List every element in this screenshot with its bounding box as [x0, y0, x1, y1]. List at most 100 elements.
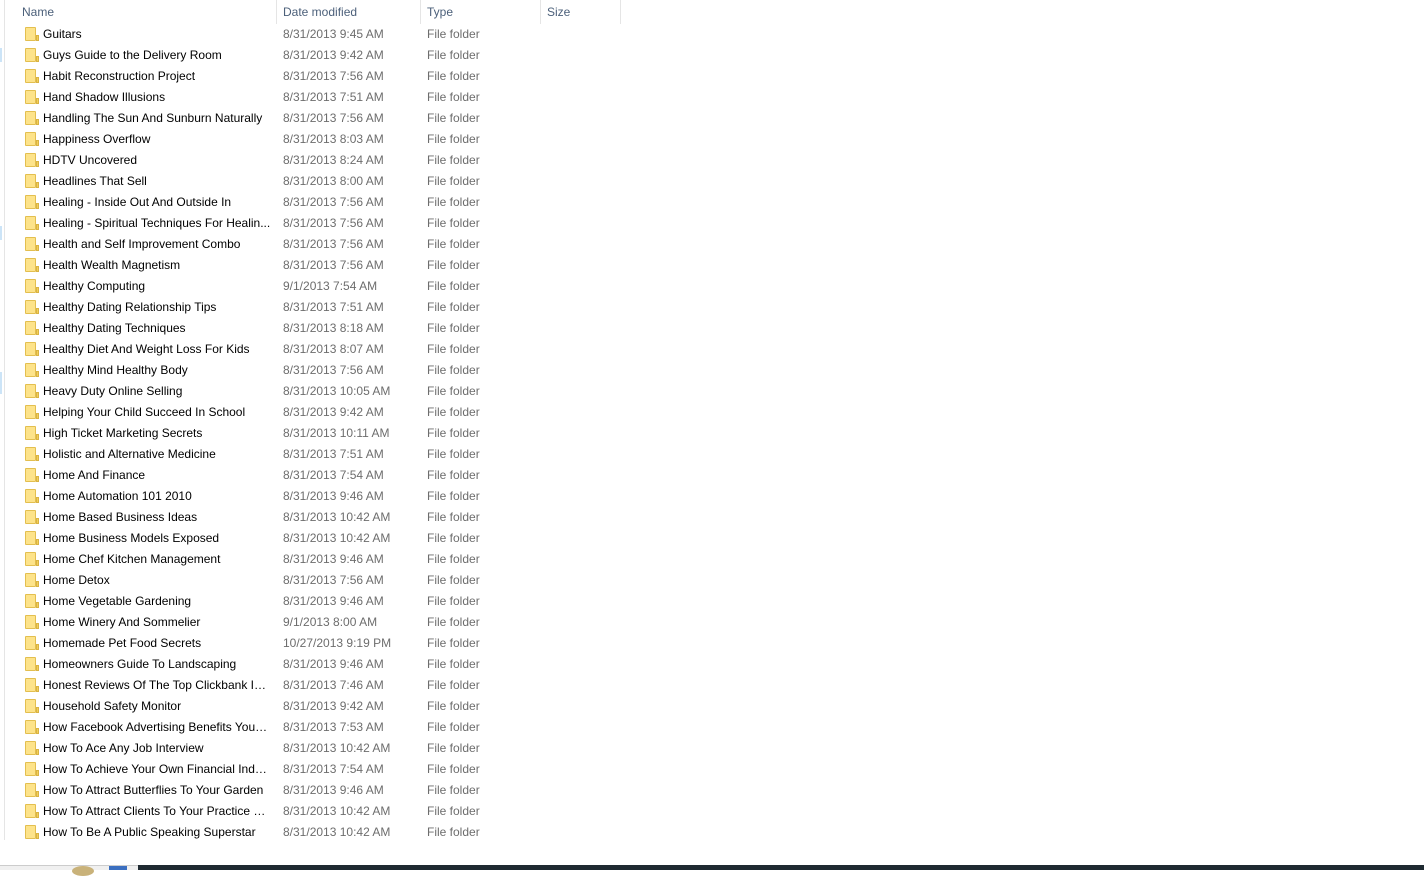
folder-icon [25, 510, 39, 524]
file-list-item[interactable]: Home Detox 8/31/2013 7:56 AM File folder [0, 570, 622, 591]
item-name: Home Automation 101 2010 [43, 489, 192, 503]
file-list-item[interactable]: How To Ace Any Job Interview 8/31/2013 10… [0, 738, 622, 759]
file-list-item[interactable]: Healing - Inside Out And Outside In 8/31/… [0, 192, 622, 213]
item-name: Headlines That Sell [43, 174, 147, 188]
item-type: File folder [427, 321, 480, 335]
item-date-modified: 8/31/2013 8:00 AM [283, 174, 384, 188]
folder-icon [25, 321, 39, 335]
item-date-modified: 8/31/2013 9:46 AM [283, 594, 384, 608]
item-type: File folder [427, 720, 480, 734]
file-list-item[interactable]: Habit Reconstruction Project 8/31/2013 7:… [0, 66, 622, 87]
item-type: File folder [427, 153, 480, 167]
folder-icon [25, 153, 39, 167]
folder-icon [25, 678, 39, 692]
file-list-item[interactable]: How Facebook Advertising Benefits Your .… [0, 717, 622, 738]
item-type: File folder [427, 615, 480, 629]
file-list-item[interactable]: HDTV Uncovered 8/31/2013 8:24 AM File fold… [0, 150, 622, 171]
item-name: Guys Guide to the Delivery Room [43, 48, 222, 62]
file-list-item[interactable]: Healing - Spiritual Techniques For Heali… [0, 213, 622, 234]
item-date-modified: 8/31/2013 7:56 AM [283, 69, 384, 83]
file-list-item[interactable]: Home And Finance 8/31/2013 7:54 AM File fo… [0, 465, 622, 486]
item-name: Honest Reviews Of The Top Clickbank IM..… [43, 678, 271, 692]
item-name: Healthy Dating Techniques [43, 321, 186, 335]
item-type: File folder [427, 90, 480, 104]
item-date-modified: 8/31/2013 8:03 AM [283, 132, 384, 146]
file-list-item[interactable]: How To Be A Public Speaking Superstar 8/3… [0, 822, 622, 843]
item-name: Health Wealth Magnetism [43, 258, 181, 272]
folder-icon [25, 825, 39, 839]
item-date-modified: 8/31/2013 10:42 AM [283, 804, 391, 818]
folder-icon [25, 258, 39, 272]
item-name: How Facebook Advertising Benefits Your .… [43, 720, 271, 734]
file-list-item[interactable]: Guys Guide to the Delivery Room 8/31/2013… [0, 45, 622, 66]
file-list-item[interactable]: Health and Self Improvement Combo 8/31/20… [0, 234, 622, 255]
column-header-type[interactable]: Type [421, 0, 541, 24]
file-list-item[interactable]: Handling The Sun And Sunburn Naturally 8/… [0, 108, 622, 129]
folder-icon [25, 69, 39, 83]
file-list-item[interactable]: Healthy Mind Healthy Body 8/31/2013 7:56 … [0, 360, 622, 381]
file-list-item[interactable]: Home Chef Kitchen Management 8/31/2013 9:… [0, 549, 622, 570]
column-header-date-modified[interactable]: Date modified [277, 0, 421, 24]
item-date-modified: 8/31/2013 7:56 AM [283, 258, 384, 272]
file-list-item[interactable]: Headlines That Sell 8/31/2013 8:00 AM File… [0, 171, 622, 192]
file-list-item[interactable]: How To Achieve Your Own Financial Inde..… [0, 759, 622, 780]
item-name: Healing - Spiritual Techniques For Heali… [43, 216, 271, 230]
item-type: File folder [427, 489, 480, 503]
file-list-item[interactable]: Holistic and Alternative Medicine 8/31/20… [0, 444, 622, 465]
file-list-item[interactable]: Honest Reviews Of The Top Clickbank IM..… [0, 675, 622, 696]
file-list-item[interactable]: How To Attract Butterflies To Your Garde… [0, 780, 622, 801]
folder-icon [25, 426, 39, 440]
item-name: Home Based Business Ideas [43, 510, 198, 524]
folder-icon [25, 552, 39, 566]
file-list-item[interactable]: Health Wealth Magnetism 8/31/2013 7:56 AM… [0, 255, 622, 276]
file-list-item[interactable]: Heavy Duty Online Selling 8/31/2013 10:05… [0, 381, 622, 402]
file-list-item[interactable]: Healthy Computing 9/1/2013 7:54 AM File fo… [0, 276, 622, 297]
item-date-modified: 8/31/2013 9:46 AM [283, 783, 384, 797]
folder-icon [25, 27, 39, 41]
item-type: File folder [427, 783, 480, 797]
item-type: File folder [427, 363, 480, 377]
column-header-size[interactable]: Size [541, 0, 621, 24]
file-list-item[interactable]: Household Safety Monitor 8/31/2013 9:42 A… [0, 696, 622, 717]
file-list-item[interactable]: Healthy Diet And Weight Loss For Kids 8/3… [0, 339, 622, 360]
folder-icon [25, 720, 39, 734]
item-date-modified: 8/31/2013 7:56 AM [283, 573, 384, 587]
file-list-item[interactable]: High Ticket Marketing Secrets 8/31/2013 1… [0, 423, 622, 444]
file-list-item[interactable]: Healthy Dating Techniques 8/31/2013 8:18 … [0, 318, 622, 339]
item-name: Home Vegetable Gardening [43, 594, 192, 608]
item-type: File folder [427, 405, 480, 419]
item-type: File folder [427, 510, 480, 524]
file-list-item[interactable]: Homeowners Guide To Landscaping 8/31/2013… [0, 654, 622, 675]
folder-icon [25, 363, 39, 377]
item-name: How To Be A Public Speaking Superstar [43, 825, 256, 839]
file-list-item[interactable]: Healthy Dating Relationship Tips 8/31/201… [0, 297, 622, 318]
file-list-item[interactable]: Hand Shadow Illusions 8/31/2013 7:51 AM Fi… [0, 87, 622, 108]
file-list-item[interactable]: Guitars 8/31/2013 9:45 AM File folder [0, 24, 622, 45]
file-list-item[interactable]: Home Winery And Sommelier 9/1/2013 8:00 A… [0, 612, 622, 633]
file-list-item[interactable]: Helping Your Child Succeed In School 8/31… [0, 402, 622, 423]
item-date-modified: 8/31/2013 10:42 AM [283, 510, 391, 524]
item-type: File folder [427, 279, 480, 293]
item-date-modified: 8/31/2013 9:46 AM [283, 489, 384, 503]
file-list-item[interactable]: Home Automation 101 2010 8/31/2013 9:46 A… [0, 486, 622, 507]
item-type: File folder [427, 195, 480, 209]
app-icon[interactable] [109, 866, 127, 870]
file-list-item[interactable]: Homemade Pet Food Secrets 10/27/2013 9:19… [0, 633, 622, 654]
app-icon[interactable] [72, 866, 94, 876]
item-type: File folder [427, 300, 480, 314]
item-type: File folder [427, 468, 480, 482]
folder-icon [25, 804, 39, 818]
file-list-item[interactable]: Home Business Models Exposed 8/31/2013 10… [0, 528, 622, 549]
item-date-modified: 9/1/2013 8:00 AM [283, 615, 378, 629]
file-list-item[interactable]: How To Attract Clients To Your Practice … [0, 801, 622, 822]
item-type: File folder [427, 426, 480, 440]
item-name: Household Safety Monitor [43, 699, 182, 713]
folder-icon [25, 468, 39, 482]
file-list-item[interactable]: Home Based Business Ideas 8/31/2013 10:42… [0, 507, 622, 528]
folder-icon [25, 300, 39, 314]
folder-icon [25, 174, 39, 188]
column-header-name[interactable]: Name [16, 0, 277, 24]
file-list-item[interactable]: Home Vegetable Gardening 8/31/2013 9:46 A… [0, 591, 622, 612]
column-divider[interactable] [620, 0, 621, 24]
file-list-item[interactable]: Happiness Overflow 8/31/2013 8:03 AM File … [0, 129, 622, 150]
